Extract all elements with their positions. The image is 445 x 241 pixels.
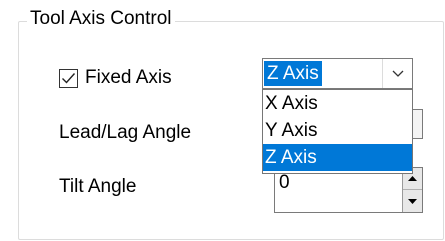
chevron-down-icon xyxy=(392,70,403,77)
fixed-axis-label: Fixed Axis xyxy=(85,67,172,88)
lead-lag-angle-label: Lead/Lag Angle xyxy=(59,122,192,143)
axis-combobox[interactable]: Z Axis xyxy=(262,58,413,89)
checkbox-box[interactable] xyxy=(59,68,78,88)
spin-down-button[interactable] xyxy=(403,190,422,212)
tilt-angle-value[interactable]: 0 xyxy=(279,172,290,194)
dropdown-option-y-axis[interactable]: Y Axis xyxy=(263,117,412,144)
spin-buttons xyxy=(402,168,422,212)
checkmark-icon xyxy=(62,72,76,84)
dropdown-option-x-axis[interactable]: X Axis xyxy=(263,90,412,117)
fixed-axis-checkbox[interactable]: Fixed Axis xyxy=(59,66,172,90)
group-title: Tool Axis Control xyxy=(27,7,175,31)
axis-dropdown-list: X Axis Y Axis Z Axis xyxy=(262,89,413,174)
triangle-up-icon xyxy=(408,176,417,181)
combobox-dropdown-button[interactable] xyxy=(382,59,412,88)
axis-combobox-value[interactable]: Z Axis xyxy=(264,61,322,86)
dialog-panel: Tool Axis Control Fixed Axis Lead/Lag An… xyxy=(0,0,445,241)
tilt-angle-label: Tilt Angle xyxy=(59,176,137,197)
triangle-down-icon xyxy=(408,198,417,204)
dropdown-option-z-axis[interactable]: Z Axis xyxy=(263,144,412,171)
